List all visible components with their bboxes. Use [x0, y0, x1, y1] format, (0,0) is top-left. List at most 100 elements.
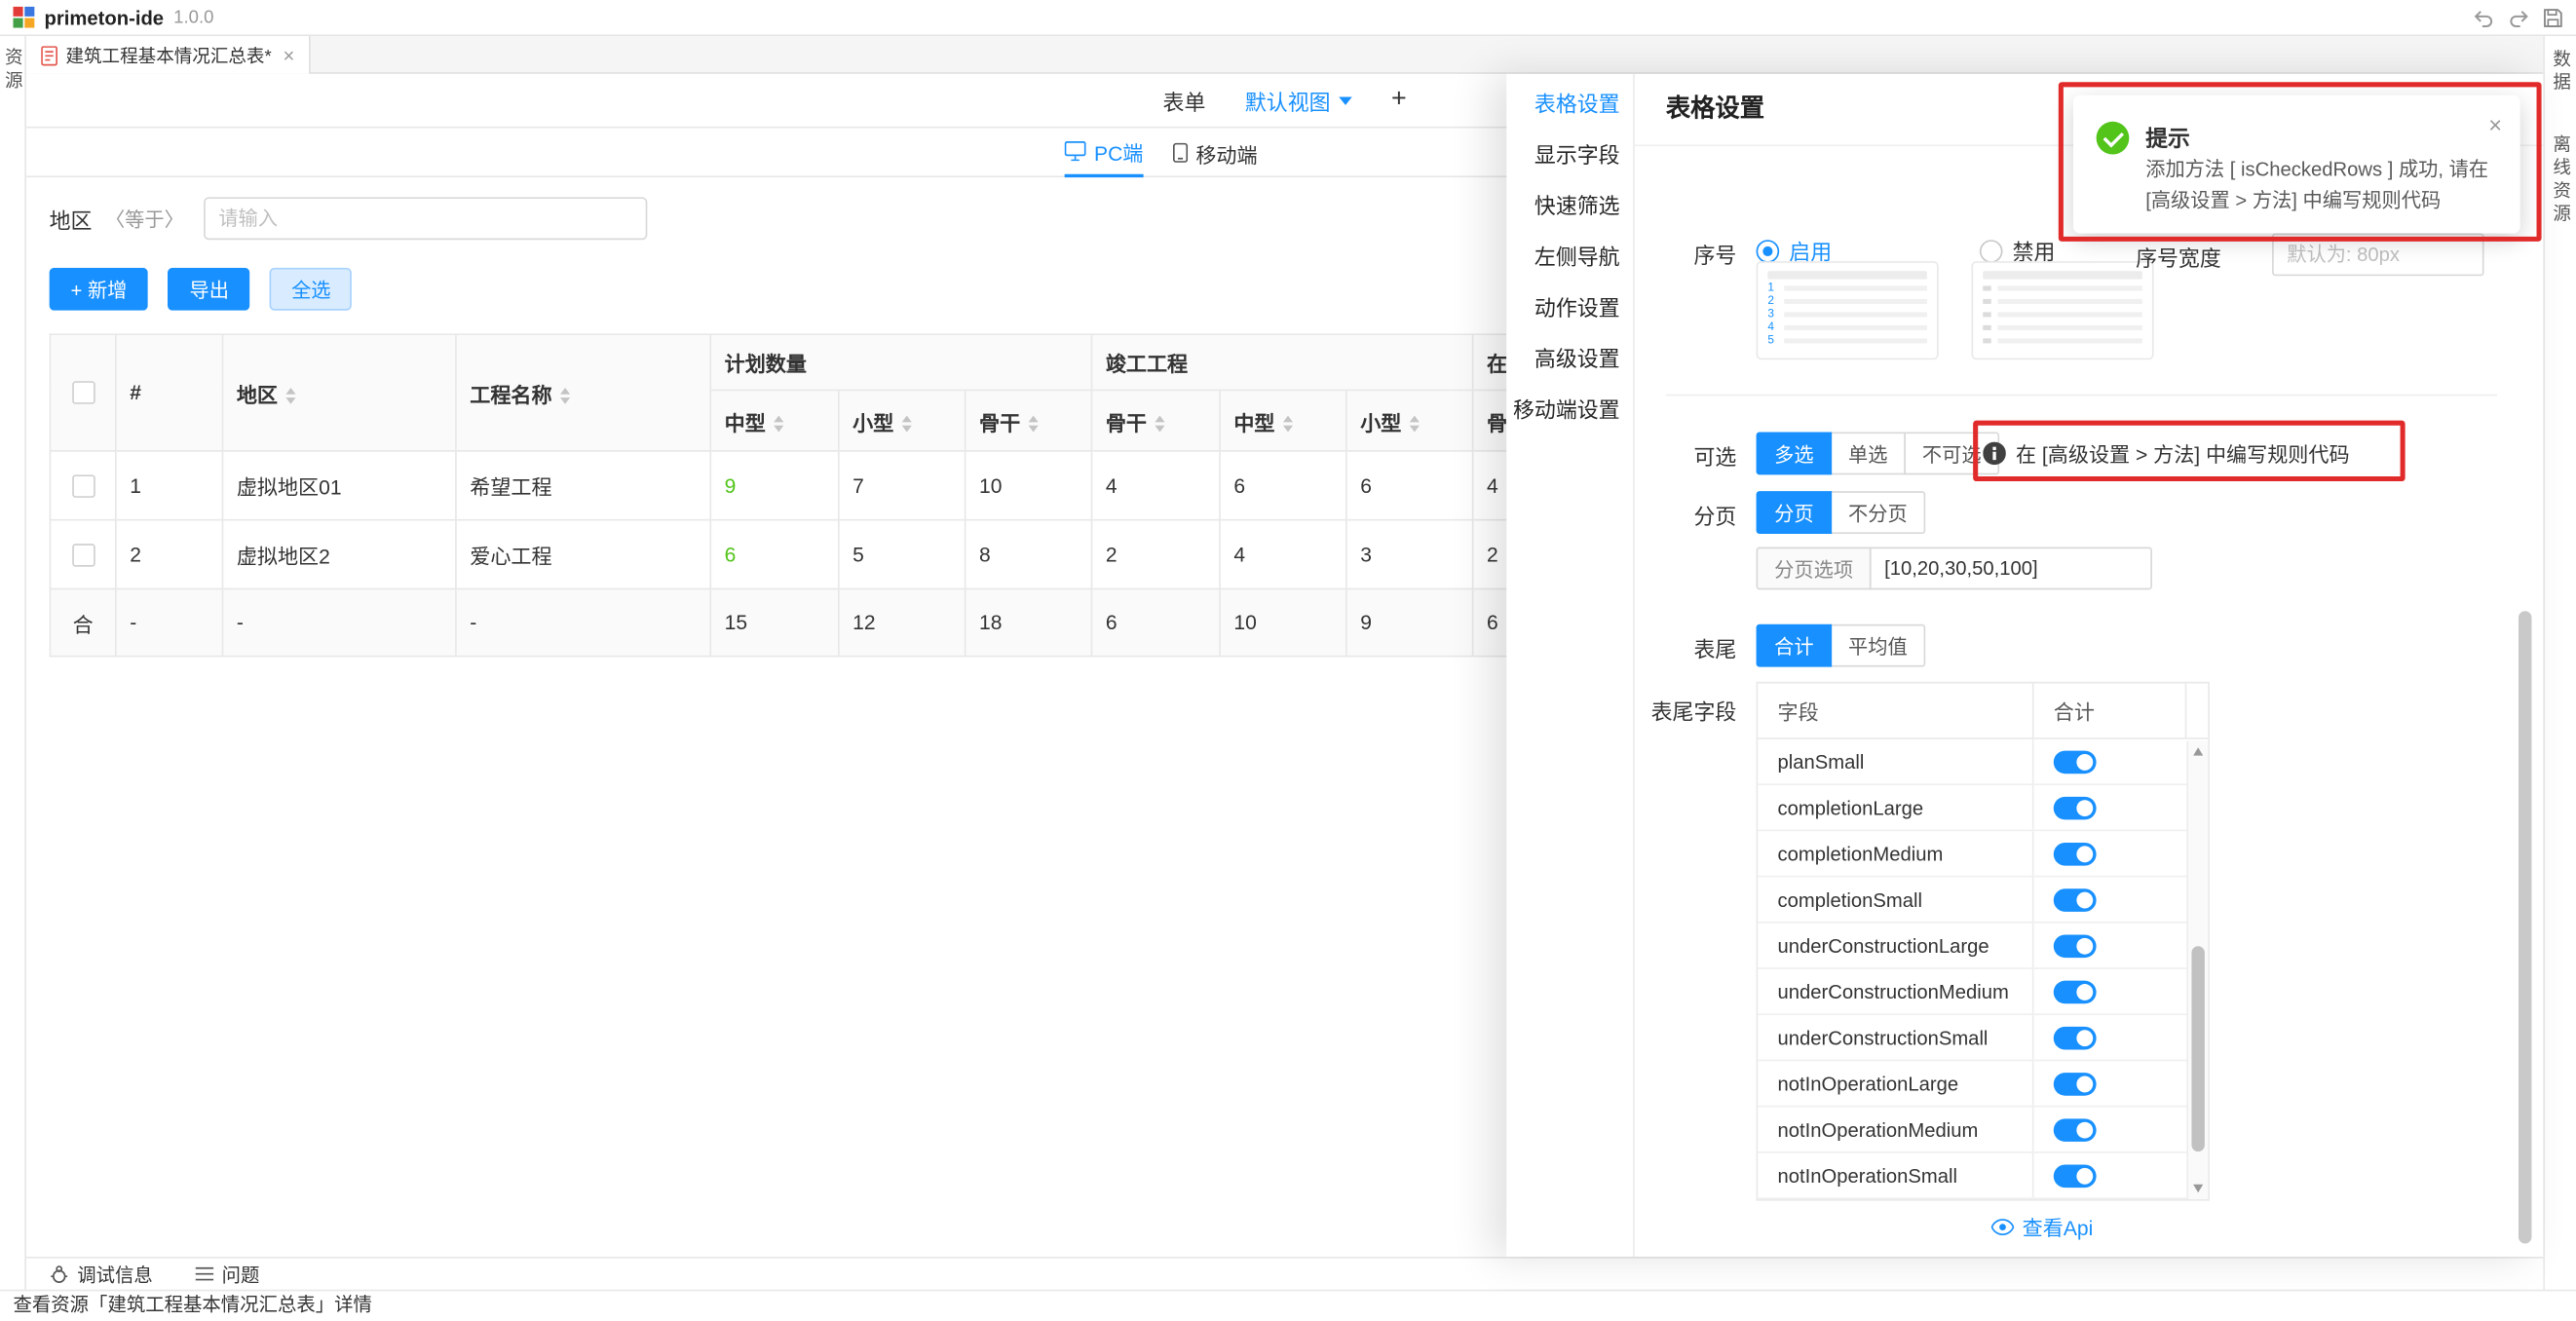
footer-label: 表尾 — [1635, 632, 1737, 663]
header-checkbox-cell — [50, 334, 115, 451]
settings-nav-table[interactable]: 表格设置 — [1506, 77, 1633, 128]
inner-scrollbar[interactable] — [2186, 740, 2208, 1198]
info-icon — [1983, 441, 2006, 465]
field-name: planSmall — [1758, 739, 2033, 784]
field-sum-toggle[interactable] — [2054, 750, 2097, 774]
table-cell: 9 — [1346, 589, 1473, 657]
pagination-options-input[interactable] — [1870, 547, 2152, 590]
table-cell: 6 — [1346, 451, 1473, 520]
settings-nav-mobile[interactable]: 移动端设置 — [1506, 383, 1633, 434]
row-checkbox[interactable] — [71, 544, 95, 567]
scrollbar-thumb[interactable] — [2191, 946, 2204, 1151]
chevron-down-icon — [1339, 96, 1351, 104]
save-icon[interactable] — [2543, 8, 2562, 27]
sort-icon[interactable] — [560, 388, 570, 404]
table-cell: 2 — [116, 520, 223, 589]
list-item: underConstructionSmall — [1758, 1015, 2208, 1061]
field-sum-toggle[interactable] — [2054, 1072, 2097, 1095]
sort-icon[interactable] — [1155, 416, 1164, 433]
filter-input[interactable] — [204, 197, 647, 240]
add-row-button[interactable]: + 新增 — [50, 268, 149, 311]
pagination-label: 分页 — [1635, 500, 1737, 531]
serial-width-label: 序号宽度 — [2136, 242, 2221, 273]
field-name: underConstructionSmall — [1758, 1015, 2033, 1060]
sort-icon[interactable] — [1283, 416, 1293, 433]
problems-button[interactable]: 问题 — [196, 1261, 260, 1287]
toast-close-icon[interactable]: × — [2488, 112, 2502, 138]
document-tab[interactable]: 建筑工程基本情况汇总表* × — [26, 36, 311, 74]
preview-bar — [1784, 325, 1927, 330]
field-sum-toggle[interactable] — [2054, 1026, 2097, 1049]
bug-icon — [50, 1264, 69, 1284]
settings-nav-left-nav[interactable]: 左侧导航 — [1506, 230, 1633, 281]
serial-preview-disabled — [1971, 261, 2153, 359]
header-plan-small: 小型 — [839, 390, 966, 450]
field-sum-toggle[interactable] — [2054, 980, 2097, 1003]
preview-bar — [1997, 312, 2141, 317]
settings-nav-advanced[interactable]: 高级设置 — [1506, 332, 1633, 383]
offline-resources-rail-tab[interactable]: 离线资源 — [2549, 134, 2572, 226]
view-api-link[interactable]: 查看Api — [1815, 1211, 2268, 1242]
list-item: notInOperationSmall — [1758, 1153, 2208, 1199]
table-cell: 12 — [839, 589, 966, 657]
settings-nav-quick-filter[interactable]: 快速筛选 — [1506, 179, 1633, 230]
table-row: 2 虚拟地区2 爱心工程 6 5 8 2 4 3 2 — [50, 520, 1506, 589]
field-sum-toggle[interactable] — [2054, 934, 2097, 958]
preview-dash — [1983, 312, 1990, 317]
settings-nav-actions[interactable]: 动作设置 — [1506, 281, 1633, 331]
tab-pc[interactable]: PC端 — [1065, 129, 1144, 178]
data-table-container: # 地区 工程名称 计划数量 竣工工程 在建工程 中型 小型 骨干 骨干 中型 … — [50, 333, 1507, 660]
field-sum-toggle[interactable] — [2054, 1164, 2097, 1188]
preview-row-number: 3 — [1767, 311, 1777, 319]
table-cell: 5 — [839, 520, 966, 589]
view-selector[interactable]: 默认视图 — [1245, 85, 1352, 116]
field-sum-toggle[interactable] — [2054, 842, 2097, 865]
select-all-checkbox[interactable] — [71, 382, 95, 405]
table-cell: 10 — [966, 451, 1092, 520]
table-cell: 虚拟地区01 — [222, 451, 455, 520]
field-sum-toggle[interactable] — [2054, 1117, 2097, 1141]
sort-icon[interactable] — [285, 388, 295, 404]
redo-icon[interactable] — [2509, 9, 2528, 27]
select-all-button[interactable]: 全选 — [270, 268, 352, 311]
option-paging-off[interactable]: 不分页 — [1830, 491, 1925, 534]
option-multi-select[interactable]: 多选 — [1757, 432, 1833, 474]
option-sum[interactable]: 合计 — [1757, 624, 1833, 667]
sort-icon[interactable] — [774, 416, 783, 433]
panel-scrollbar-thumb[interactable] — [2519, 611, 2531, 1243]
scroll-up-icon[interactable] — [2193, 747, 2203, 755]
export-button[interactable]: 导出 — [169, 268, 250, 311]
titlebar-actions — [2474, 0, 2562, 36]
list-item: completionLarge — [1758, 785, 2208, 831]
preview-bar — [1784, 338, 1927, 343]
close-tab-icon[interactable]: × — [284, 44, 295, 67]
preview-header-bar — [1983, 271, 2142, 279]
group-header-planned: 计划数量 — [710, 334, 1091, 390]
scroll-down-icon[interactable] — [2193, 1185, 2203, 1192]
add-view-button[interactable]: + — [1391, 86, 1407, 115]
table-cell: 2 — [1473, 520, 1507, 589]
option-average[interactable]: 平均值 — [1830, 624, 1925, 667]
data-rail-tab[interactable]: 数据 — [2549, 50, 2572, 95]
header-done-backbone: 骨干 — [1091, 390, 1220, 450]
option-single-select[interactable]: 单选 — [1830, 432, 1906, 474]
header-index: # — [116, 334, 223, 451]
pagination-segmented: 分页 不分页 — [1757, 491, 1926, 534]
field-sum-toggle[interactable] — [2054, 796, 2097, 819]
tab-mobile[interactable]: 移动端 — [1173, 129, 1258, 178]
debug-info-button[interactable]: 调试信息 — [50, 1261, 153, 1287]
option-paging-on[interactable]: 分页 — [1757, 491, 1833, 534]
serial-width-input[interactable] — [2272, 233, 2484, 276]
settings-nav-display-fields[interactable]: 显示字段 — [1506, 129, 1633, 179]
undo-icon[interactable] — [2474, 9, 2493, 27]
status-bar: 查看资源「建筑工程基本情况汇总表」详情 — [0, 1290, 2576, 1321]
form-tab[interactable]: 表单 — [1163, 85, 1206, 116]
resources-rail-tab[interactable]: 资源 — [1, 48, 24, 1290]
sort-icon[interactable] — [1029, 416, 1039, 433]
list-icon — [196, 1266, 214, 1281]
sort-icon[interactable] — [1410, 416, 1420, 433]
sort-icon[interactable] — [902, 416, 912, 433]
row-checkbox[interactable] — [71, 474, 95, 498]
view-selector-label: 默认视图 — [1245, 85, 1331, 116]
field-sum-toggle[interactable] — [2054, 887, 2097, 911]
